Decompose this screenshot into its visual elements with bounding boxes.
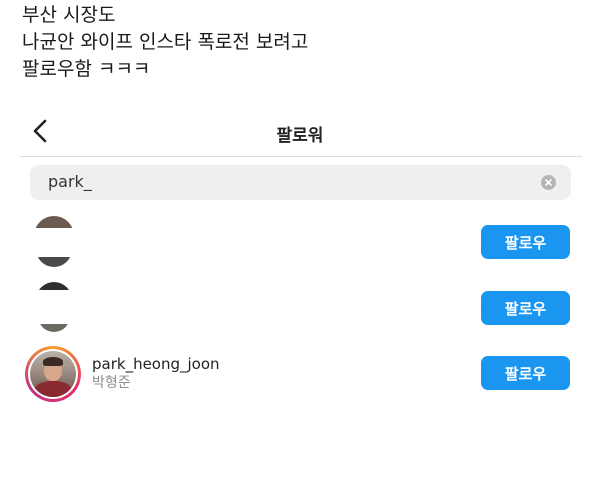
list-item[interactable]: 팔로우: [20, 276, 582, 342]
clear-search-icon[interactable]: [541, 175, 556, 190]
caption-line: 부산 시장도: [22, 4, 116, 26]
list-item[interactable]: park_heong_joon 박형준 팔로우: [20, 342, 582, 408]
full-name: 박형준: [92, 375, 131, 391]
avatar[interactable]: [25, 346, 81, 402]
username: park_heong_joon: [92, 355, 220, 373]
profile-photo: [30, 351, 76, 397]
header-divider: [20, 156, 582, 157]
avatar-fragment: [34, 216, 74, 228]
search-input-value: park_: [48, 172, 92, 191]
list-item[interactable]: 팔로우: [20, 211, 582, 277]
user-info[interactable]: park_heong_joon 박형준: [92, 355, 220, 393]
page-title: 팔로워: [276, 126, 324, 146]
follow-button[interactable]: 팔로우: [481, 356, 570, 390]
follow-button[interactable]: 팔로우: [481, 225, 570, 259]
post-caption: 부산 시장도 나균안 와이프 인스타 폭로전 보려고 팔로우함 ㅋㅋㅋ: [22, 2, 308, 83]
caption-line: 나균안 와이프 인스타 폭로전 보려고: [22, 31, 309, 53]
caption-line: 팔로우함 ㅋㅋㅋ: [22, 58, 151, 80]
avatar-fragment: [36, 282, 72, 290]
search-input[interactable]: park_: [30, 165, 571, 200]
follow-button[interactable]: 팔로우: [481, 291, 570, 325]
avatar-fragment: [36, 257, 72, 267]
avatar-fragment: [38, 324, 70, 332]
